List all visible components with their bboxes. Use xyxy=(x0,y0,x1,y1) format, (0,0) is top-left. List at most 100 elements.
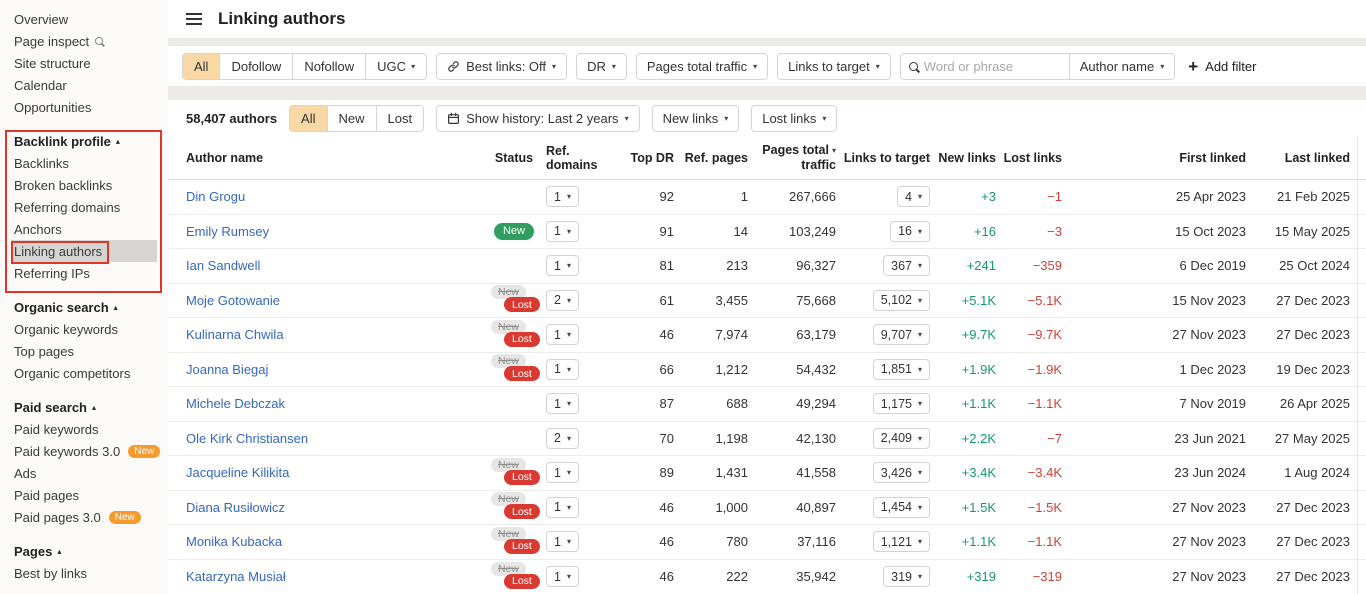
search-field-dropdown[interactable]: Author name▾ xyxy=(1069,54,1174,79)
sidebar-item-broken-backlinks[interactable]: Broken backlinks xyxy=(14,174,168,196)
col-header-new-links[interactable]: New links xyxy=(930,151,996,165)
filter-all-button[interactable]: All xyxy=(183,54,220,79)
sidebar-item-anchors[interactable]: Anchors xyxy=(14,218,168,240)
filter-ugc-dropdown[interactable]: UGC▾ xyxy=(366,54,426,79)
col-header-lost-links[interactable]: Lost links xyxy=(996,151,1062,165)
links-to-target-dropdown[interactable]: 4▾ xyxy=(897,186,930,207)
dr-dropdown[interactable]: DR▾ xyxy=(576,53,627,80)
author-link[interactable]: Michele Debczak xyxy=(186,396,285,411)
add-filter-button[interactable]: + Add filter xyxy=(1188,58,1256,75)
sidebar-item-paid-pages[interactable]: Paid pages xyxy=(14,484,168,506)
col-header-links-to-target[interactable]: Links to target xyxy=(836,151,930,165)
sidebar-item-paid-keywords-3-0[interactable]: Paid keywords 3.0New xyxy=(14,440,168,462)
sidebar-section-title-paid-search[interactable]: Paid search▴ xyxy=(14,396,168,418)
status-all-button[interactable]: All xyxy=(290,106,327,131)
sidebar-item-overview[interactable]: Overview xyxy=(14,8,168,30)
ref-domains-dropdown[interactable]: 1▾ xyxy=(546,531,579,552)
col-header-pages-total-traffic[interactable]: Pages total▾ traffic xyxy=(748,143,836,172)
sidebar-item-referring-domains[interactable]: Referring domains xyxy=(14,196,168,218)
sidebar-item-ads[interactable]: Ads xyxy=(14,462,168,484)
author-link[interactable]: Joanna Biegaj xyxy=(186,362,268,377)
author-link[interactable]: Diana Rusiłowicz xyxy=(186,500,285,515)
sidebar-section-title-backlink-profile[interactable]: Backlink profile▴ xyxy=(14,130,168,152)
ref-domains-dropdown[interactable]: 1▾ xyxy=(546,324,579,345)
sidebar-item-linking-authors[interactable]: Linking authors xyxy=(11,240,157,262)
links-to-target-dropdown[interactable]: Links to target▾ xyxy=(777,53,891,80)
filter-dofollow-button[interactable]: Dofollow xyxy=(220,54,293,79)
best-links-dropdown[interactable]: Best links: Off▾ xyxy=(436,53,567,80)
author-link[interactable]: Ole Kirk Christiansen xyxy=(186,431,308,446)
lost-links-dropdown[interactable]: Lost links▾ xyxy=(751,105,837,132)
sidebar-section-title-pages[interactable]: Pages▴ xyxy=(14,540,168,562)
filter-nofollow-button[interactable]: Nofollow xyxy=(293,54,366,79)
ref-pages-cell: 1,198 xyxy=(674,431,748,446)
author-link[interactable]: Jacqueline Kilikita xyxy=(186,465,289,480)
ref-pages-cell: 1,212 xyxy=(674,362,748,377)
links-to-target-dropdown[interactable]: 1,851▾ xyxy=(873,359,930,380)
links-to-target-value: 4 xyxy=(905,190,912,204)
ref-domains-value: 2 xyxy=(554,431,561,445)
links-to-target-dropdown[interactable]: 5,102▾ xyxy=(873,290,930,311)
ref-domains-dropdown[interactable]: 1▾ xyxy=(546,221,579,242)
sidebar-item-referring-ips[interactable]: Referring IPs xyxy=(14,262,168,284)
col-header-ref-pages[interactable]: Ref. pages xyxy=(674,151,748,165)
author-link[interactable]: Din Grogu xyxy=(186,189,245,204)
author-link[interactable]: Moje Gotowanie xyxy=(186,293,280,308)
ref-domains-dropdown[interactable]: 2▾ xyxy=(546,290,579,311)
col-header-top-dr[interactable]: Top DR xyxy=(624,151,674,165)
author-link[interactable]: Ian Sandwell xyxy=(186,258,260,273)
links-to-target-dropdown[interactable]: 3,426▾ xyxy=(873,462,930,483)
status-new-button[interactable]: New xyxy=(328,106,377,131)
ref-domains-dropdown[interactable]: 1▾ xyxy=(546,462,579,483)
sidebar-item-opportunities[interactable]: Opportunities xyxy=(14,96,168,118)
sidebar-item-organic-keywords[interactable]: Organic keywords xyxy=(14,318,168,340)
author-link[interactable]: Katarzyna Musiał xyxy=(186,569,286,584)
links-to-target-dropdown[interactable]: 1,454▾ xyxy=(873,497,930,518)
ref-domains-dropdown[interactable]: 1▾ xyxy=(546,566,579,587)
author-name-cell: Jacqueline Kilikita xyxy=(186,465,482,480)
status-lost-button[interactable]: Lost xyxy=(377,106,424,131)
author-link[interactable]: Kulinarna Chwila xyxy=(186,327,284,342)
chevron-down-icon: ▾ xyxy=(918,434,922,443)
new-links-dropdown[interactable]: New links▾ xyxy=(652,105,740,132)
ref-pages-cell: 222 xyxy=(674,569,748,584)
links-to-target-dropdown[interactable]: 367▾ xyxy=(883,255,930,276)
hamburger-menu-icon[interactable] xyxy=(186,18,202,20)
col-header-ref-domains[interactable]: Ref. domains xyxy=(546,144,624,172)
ref-domains-dropdown[interactable]: 1▾ xyxy=(546,393,579,414)
sidebar-item-label: Organic competitors xyxy=(14,366,130,381)
col-header-status[interactable]: Status xyxy=(482,151,546,165)
sidebar-item-organic-competitors[interactable]: Organic competitors xyxy=(14,362,168,384)
ref-domains-dropdown[interactable]: 1▾ xyxy=(546,255,579,276)
links-to-target-dropdown[interactable]: 319▾ xyxy=(883,566,930,587)
ref-domains-dropdown[interactable]: 1▾ xyxy=(546,186,579,207)
sidebar-item-best-by-links[interactable]: Best by links xyxy=(14,562,168,584)
sidebar-item-top-pages[interactable]: Top pages xyxy=(14,340,168,362)
links-to-target-dropdown[interactable]: 9,707▾ xyxy=(873,324,930,345)
sidebar-item-site-structure[interactable]: Site structure xyxy=(14,52,168,74)
author-link[interactable]: Monika Kubacka xyxy=(186,534,282,549)
col-header-author-name[interactable]: Author name xyxy=(186,151,482,165)
sidebar-item-paid-keywords[interactable]: Paid keywords xyxy=(14,418,168,440)
ref-domains-dropdown[interactable]: 1▾ xyxy=(546,359,579,380)
links-to-target-dropdown[interactable]: 16▾ xyxy=(890,221,930,242)
sidebar-section-title-organic-search[interactable]: Organic search▴ xyxy=(14,296,168,318)
links-to-target-dropdown[interactable]: 1,121▾ xyxy=(873,531,930,552)
search-input[interactable] xyxy=(924,59,1044,74)
sidebar-item-paid-pages-3-0[interactable]: Paid pages 3.0New xyxy=(14,506,168,528)
show-history-dropdown[interactable]: Show history: Last 2 years▾ xyxy=(436,105,639,132)
links-to-target-dropdown[interactable]: 2,409▾ xyxy=(873,428,930,449)
sidebar-item-page-inspect[interactable]: Page inspect xyxy=(14,30,168,52)
sidebar-item-backlinks[interactable]: Backlinks xyxy=(14,152,168,174)
col-header-first-linked[interactable]: First linked xyxy=(1150,151,1246,165)
status-cell: NewLost xyxy=(482,492,546,522)
ref-domains-dropdown[interactable]: 2▾ xyxy=(546,428,579,449)
ref-domains-dropdown[interactable]: 1▾ xyxy=(546,497,579,518)
sidebar-item-calendar[interactable]: Calendar xyxy=(14,74,168,96)
author-link[interactable]: Emily Rumsey xyxy=(186,224,269,239)
pages-total-traffic-dropdown[interactable]: Pages total traffic▾ xyxy=(636,53,768,80)
col-header-last-linked[interactable]: Last linked xyxy=(1246,151,1350,165)
ref-domains-cell: 2▾ xyxy=(546,428,624,449)
chevron-down-icon: ▾ xyxy=(918,468,922,477)
links-to-target-dropdown[interactable]: 1,175▾ xyxy=(873,393,930,414)
